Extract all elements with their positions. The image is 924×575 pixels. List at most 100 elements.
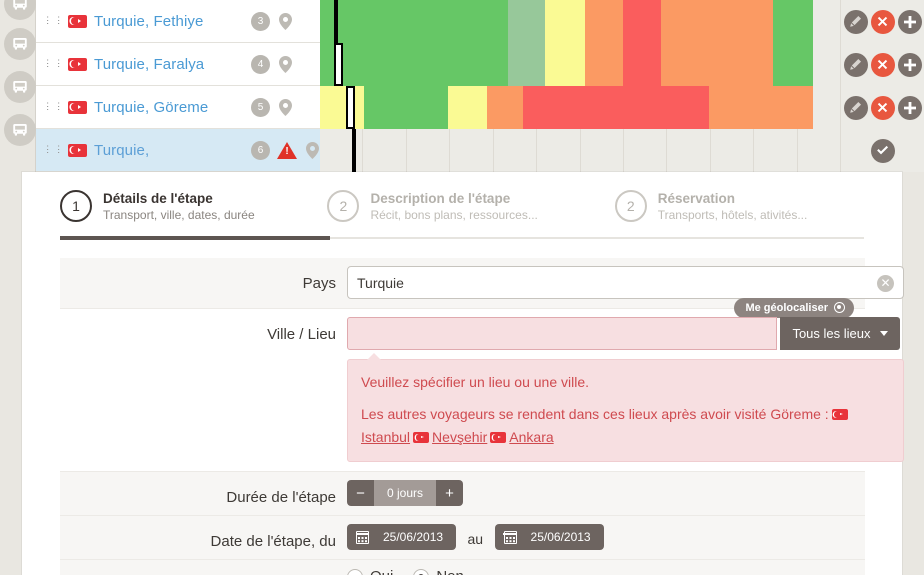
trip-row[interactable]: ⋮⋮ Turquie, Fethiye 3 bbox=[36, 0, 924, 43]
trip-row-label[interactable]: Turquie, Göreme bbox=[94, 99, 208, 116]
gantt-segment[interactable] bbox=[380, 0, 508, 43]
map-pin-icon[interactable] bbox=[279, 12, 292, 30]
calendar-icon bbox=[503, 530, 517, 544]
gantt-track[interactable] bbox=[320, 86, 842, 129]
duree-label: Durée de l'étape bbox=[226, 489, 336, 506]
radio-yes-label[interactable]: Oui bbox=[370, 568, 393, 575]
radio-no-label[interactable]: Non bbox=[436, 568, 464, 575]
map-pin-icon[interactable] bbox=[279, 98, 292, 116]
gantt-gridlines bbox=[320, 129, 842, 172]
duration-increment-button[interactable]: + bbox=[436, 480, 464, 506]
gantt-segment[interactable] bbox=[585, 0, 623, 43]
trip-row[interactable]: ⋮⋮ Turquie, Faralya 4 bbox=[36, 43, 924, 86]
gantt-segment[interactable] bbox=[487, 86, 523, 129]
map-pin-icon[interactable] bbox=[306, 141, 319, 159]
radio-no[interactable] bbox=[413, 568, 430, 575]
date-separator: au bbox=[467, 530, 484, 547]
trip-row[interactable]: ⋮⋮ Turquie, 6! bbox=[36, 129, 924, 172]
form-row-here: Je suis actuellement ici Oui Non bbox=[60, 560, 865, 575]
gantt-segment[interactable] bbox=[380, 43, 508, 86]
ville-control: Tous les lieux Veuillez spécifier un lie… bbox=[347, 309, 904, 471]
bus-icon[interactable] bbox=[4, 114, 36, 146]
drag-handle-icon[interactable]: ⋮⋮ bbox=[42, 57, 64, 71]
trip-row-actions bbox=[841, 43, 924, 86]
clear-icon[interactable]: ✕ bbox=[877, 275, 894, 292]
gantt-segment[interactable] bbox=[545, 0, 585, 43]
step-tab-2[interactable]: 2 Description de l'étape Récit, bons plans… bbox=[327, 190, 614, 223]
add-button[interactable] bbox=[897, 52, 922, 77]
gantt-segment[interactable] bbox=[448, 86, 487, 129]
date-to-picker[interactable]: 25/06/2013 bbox=[494, 524, 604, 550]
pays-label: Pays bbox=[302, 275, 336, 292]
trip-row-label[interactable]: Turquie, Faralya bbox=[94, 56, 204, 73]
duration-stepper: − 0 jours + bbox=[347, 480, 464, 506]
suggestion-link[interactable]: Istanbul bbox=[361, 429, 410, 445]
all-places-dropdown[interactable]: Tous les lieux bbox=[780, 317, 900, 350]
radio-yes[interactable] bbox=[347, 568, 363, 575]
bus-icon[interactable] bbox=[4, 71, 36, 103]
trip-steps-gantt: ⋮⋮ Turquie, Fethiye 3 ⋮⋮ Turquie, Faralya 4 ⋮⋮… bbox=[0, 0, 924, 172]
warning-triangle-icon[interactable]: ! bbox=[277, 141, 297, 159]
drag-handle-icon[interactable]: ⋮⋮ bbox=[42, 100, 64, 114]
suggestion-link[interactable]: Nevşehir bbox=[432, 429, 487, 445]
step-title: Réservation bbox=[657, 190, 736, 206]
trip-row-label[interactable]: Turquie, bbox=[94, 142, 149, 159]
gantt-segment[interactable] bbox=[709, 86, 813, 129]
gantt-track[interactable] bbox=[320, 129, 842, 172]
gantt-track[interactable] bbox=[320, 43, 842, 86]
gantt-track[interactable] bbox=[320, 0, 842, 43]
delete-button[interactable] bbox=[870, 95, 895, 120]
ville-input[interactable] bbox=[347, 317, 777, 350]
chevron-down-icon bbox=[879, 331, 888, 336]
date-from-picker[interactable]: 25/06/2013 bbox=[347, 524, 457, 550]
bus-icon[interactable] bbox=[4, 28, 36, 60]
step-number-badge: 4 bbox=[251, 54, 270, 74]
gantt-segment[interactable] bbox=[320, 0, 380, 43]
confirm-button[interactable] bbox=[870, 138, 895, 163]
step-subtitle: Transports, hôtels, ativités... bbox=[657, 207, 808, 222]
edit-button[interactable] bbox=[843, 9, 868, 34]
drag-handle-icon[interactable]: ⋮⋮ bbox=[42, 143, 64, 157]
ville-input-group: Tous les lieux bbox=[347, 317, 904, 350]
step-number-badge: 3 bbox=[251, 11, 270, 31]
gantt-segment[interactable] bbox=[623, 43, 661, 86]
delete-button[interactable] bbox=[870, 9, 895, 34]
pays-input[interactable] bbox=[347, 266, 904, 299]
step-tab-1[interactable]: 1 Détails de l'étape Transport, ville, dat… bbox=[60, 190, 327, 223]
trip-row[interactable]: ⋮⋮ Turquie, Göreme 5 bbox=[36, 86, 924, 129]
gantt-segment[interactable] bbox=[508, 0, 545, 43]
map-pin-icon[interactable] bbox=[279, 55, 292, 73]
gantt-segment[interactable] bbox=[545, 43, 585, 86]
trip-row-actions bbox=[841, 0, 924, 43]
form-row-ville: Ville / Lieu Me géolocaliser Tous les li… bbox=[60, 298, 904, 472]
step-number-badge: 6 bbox=[251, 140, 270, 160]
edit-button[interactable] bbox=[843, 95, 868, 120]
add-button[interactable] bbox=[897, 9, 922, 34]
gantt-segment[interactable] bbox=[523, 86, 709, 129]
trip-row-list: ⋮⋮ Turquie, Fethiye 3 ⋮⋮ Turquie, Faralya 4 ⋮⋮… bbox=[36, 0, 924, 172]
ville-label: Ville / Lieu bbox=[267, 326, 336, 343]
gantt-segment[interactable] bbox=[364, 86, 448, 129]
turkey-flag-icon bbox=[490, 432, 507, 443]
step-wizard-nav: 1 Détails de l'étape Transport, ville, dat… bbox=[22, 172, 902, 240]
edit-button[interactable] bbox=[843, 52, 868, 77]
gantt-segment[interactable] bbox=[508, 43, 545, 86]
duration-decrement-button[interactable]: − bbox=[347, 480, 374, 506]
trip-row-actions bbox=[841, 86, 924, 129]
delete-button[interactable] bbox=[870, 52, 895, 77]
gantt-segment[interactable] bbox=[773, 43, 813, 86]
drag-handle-icon[interactable]: ⋮⋮ bbox=[42, 14, 64, 28]
calendar-icon bbox=[355, 530, 369, 544]
gantt-segment[interactable] bbox=[661, 43, 773, 86]
gantt-segment[interactable] bbox=[623, 0, 661, 43]
gantt-segment[interactable] bbox=[585, 43, 623, 86]
step-details-form: Pays ✕ Ville / Lieu Me géolocaliser bbox=[60, 258, 904, 575]
step-tab-3[interactable]: 2 Réservation Transports, hôtels, ativités… bbox=[614, 190, 902, 223]
gantt-segment[interactable] bbox=[773, 0, 813, 43]
add-button[interactable] bbox=[897, 95, 922, 120]
gantt-segment[interactable] bbox=[320, 43, 380, 86]
trip-row-label[interactable]: Turquie, Fethiye bbox=[94, 13, 203, 30]
gantt-segment[interactable] bbox=[661, 0, 773, 43]
suggestion-link[interactable]: Ankara bbox=[509, 429, 553, 445]
ville-label-wrap: Ville / Lieu Me géolocaliser bbox=[60, 298, 854, 344]
